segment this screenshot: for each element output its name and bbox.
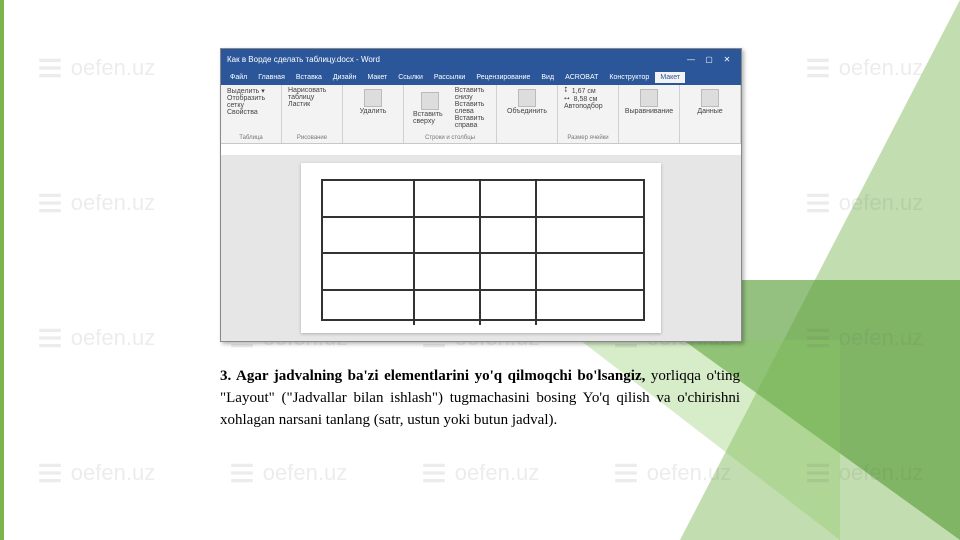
slide-content: Как в Ворде сделать таблицу.docx - Word … (220, 48, 740, 446)
ribbon-group-rows-cols: Вставить сверху Вставить снизу Вставить … (404, 85, 497, 143)
document-page (301, 163, 661, 333)
merge-button[interactable]: Объединить (503, 87, 551, 117)
delete-icon (364, 89, 382, 107)
alignment-icon (640, 89, 658, 107)
paragraph-lead: 3. Agar jadvalning ba'zi elementlarini y… (220, 368, 651, 384)
select-button[interactable]: Выделить ▾ (227, 87, 275, 95)
height-icon: ⭥ (564, 87, 568, 95)
tab-layout[interactable]: Макет (362, 72, 392, 83)
tab-view[interactable]: Вид (536, 72, 559, 83)
tab-constructor[interactable]: Конструктор (604, 72, 654, 83)
window-title: Как в Ворде сделать таблицу.docx - Word (227, 55, 380, 64)
data-icon (701, 89, 719, 107)
col-width-field[interactable]: 8,58 см (574, 96, 598, 103)
group-caption: Таблица (227, 135, 275, 141)
merge-icon (518, 89, 536, 107)
show-grid-button[interactable]: Отобразить сетку (227, 95, 275, 109)
ribbon-group-merge: Объединить (497, 85, 558, 143)
ribbon-group-table: Выделить ▾ Отобразить сетку Свойства Таб… (221, 85, 282, 143)
insert-above-icon (421, 92, 439, 110)
close-icon[interactable]: ✕ (719, 55, 735, 64)
ribbon-group-cell-size: ⭥ 1,67 см ⭤ 8,58 см Автоподбор Размер ячей… (558, 85, 619, 143)
eraser-button[interactable]: Ластик (288, 101, 336, 108)
body-paragraph: 3. Agar jadvalning ba'zi elementlarini y… (220, 366, 740, 431)
inserted-table[interactable] (321, 179, 645, 321)
ribbon-group-draw: Нарисовать таблицу Ластик Рисование (282, 85, 343, 143)
group-caption: Строки и столбцы (410, 135, 490, 141)
tab-design[interactable]: Дизайн (328, 72, 362, 83)
maximize-icon[interactable]: ▢ (701, 55, 717, 64)
tab-insert[interactable]: Вставка (291, 72, 327, 83)
tab-acrobat[interactable]: ACROBAT (560, 72, 603, 83)
insert-above-button[interactable]: Вставить сверху (410, 90, 451, 127)
properties-button[interactable]: Свойства (227, 109, 275, 116)
ribbon-group-alignment: Выравнивание (619, 85, 680, 143)
window-buttons: — ▢ ✕ (683, 55, 735, 64)
tab-home[interactable]: Главная (253, 72, 290, 83)
tab-references[interactable]: Ссылки (393, 72, 428, 83)
group-caption: Рисование (288, 135, 336, 141)
delete-button[interactable]: Удалить (349, 87, 397, 117)
minimize-icon[interactable]: — (683, 55, 699, 64)
insert-left-button[interactable]: Вставить слева (455, 101, 490, 115)
tab-review[interactable]: Рецензирование (471, 72, 535, 83)
autofit-button[interactable]: Автоподбор (564, 103, 612, 110)
width-icon: ⭤ (564, 95, 570, 103)
ribbon-group-data: Данные (680, 85, 741, 143)
group-caption: Размер ячейки (564, 135, 612, 141)
draw-table-button[interactable]: Нарисовать таблицу (288, 87, 336, 101)
insert-below-button[interactable]: Вставить снизу (455, 87, 490, 101)
data-button[interactable]: Данные (686, 87, 734, 117)
row-height-field[interactable]: 1,67 см (572, 88, 596, 95)
word-screenshot: Как в Ворде сделать таблицу.docx - Word … (220, 48, 742, 342)
ribbon-tabs: Файл Главная Вставка Дизайн Макет Ссылки… (221, 69, 741, 85)
document-area (221, 155, 741, 341)
alignment-button[interactable]: Выравнивание (625, 87, 673, 117)
window-titlebar: Как в Ворде сделать таблицу.docx - Word … (221, 49, 741, 69)
ribbon-group-delete: Удалить (343, 85, 404, 143)
tab-table-layout[interactable]: Макет (655, 72, 685, 83)
tab-file[interactable]: Файл (225, 72, 252, 83)
insert-right-button[interactable]: Вставить справа (455, 115, 490, 129)
tab-mailings[interactable]: Рассылки (429, 72, 470, 83)
ribbon-bar: Выделить ▾ Отобразить сетку Свойства Таб… (221, 85, 741, 144)
